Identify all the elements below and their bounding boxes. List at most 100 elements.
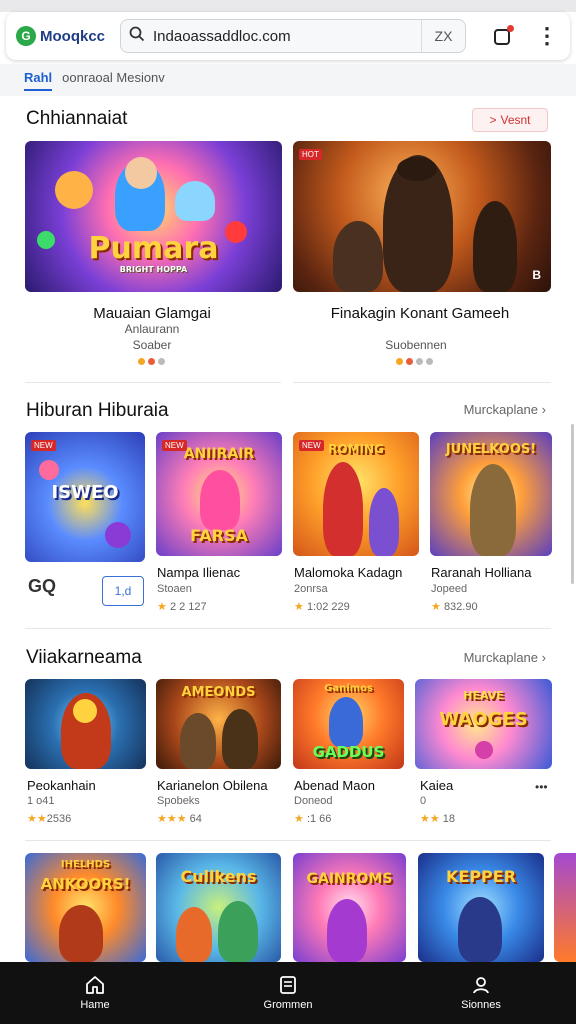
art-top: IHELHDS bbox=[60, 859, 111, 870]
url-action-button[interactable]: ZX bbox=[421, 20, 465, 52]
character bbox=[218, 901, 258, 962]
see-all-link-3[interactable]: Murckaplane › bbox=[464, 650, 546, 665]
game-card-4-2-image[interactable]: Cullkens bbox=[156, 853, 281, 962]
game-rating: ★★ 18 bbox=[420, 812, 455, 825]
game-card-2-1-image[interactable]: NEW ISWEO bbox=[25, 432, 145, 562]
app-icon-right[interactable]: 1,d bbox=[102, 576, 144, 606]
chip-arrow-icon: > bbox=[489, 113, 497, 127]
kebab-menu-icon[interactable]: ⋮ bbox=[536, 25, 558, 47]
game-card-3-2-image[interactable]: AMEONDS bbox=[156, 679, 281, 769]
art-top: Ganimos bbox=[324, 683, 373, 694]
card-tag: NEW bbox=[31, 440, 56, 451]
game-name[interactable]: Karianelon Obilena bbox=[157, 778, 268, 793]
game-name[interactable]: Raranah Holliana bbox=[431, 565, 531, 580]
star-icon: ★★ bbox=[420, 813, 440, 825]
dot bbox=[426, 358, 433, 365]
character-hero bbox=[329, 697, 363, 747]
star-icon: ★★ bbox=[27, 813, 47, 825]
game-meta: Spobeks bbox=[157, 795, 200, 807]
art-title: WAOGES bbox=[439, 709, 528, 730]
more-icon[interactable]: ••• bbox=[535, 780, 548, 794]
rating-value: 18 bbox=[442, 813, 456, 825]
featured-card-2-title[interactable]: Finakagin Konant Gameeh bbox=[290, 305, 550, 322]
dot bbox=[396, 358, 403, 365]
character bbox=[327, 899, 367, 962]
tab-active[interactable]: Rahl bbox=[24, 70, 53, 91]
game-meta: 2onrsa bbox=[294, 583, 328, 595]
notification-dot bbox=[507, 25, 514, 32]
featured-card-1-image[interactable]: Pumara BRIGHT HOPPA bbox=[25, 141, 282, 292]
nav-home[interactable]: Hame bbox=[60, 962, 130, 1024]
nav-label: Grommen bbox=[263, 999, 313, 1011]
featured-card-1-title[interactable]: Mauaian Glamgai bbox=[22, 305, 282, 322]
game-rating: ★ 832.90 bbox=[431, 600, 478, 613]
tabs-icon[interactable] bbox=[492, 25, 514, 47]
art-top: HEAVE bbox=[463, 689, 504, 702]
nav-label: Sionnes bbox=[461, 999, 501, 1011]
art-subtitle: BRIGHT HOPPA bbox=[119, 265, 188, 274]
featured-chip-button[interactable]: > Vesnt bbox=[472, 108, 548, 132]
game-meta: 0 bbox=[420, 795, 427, 807]
nav-library[interactable]: Grommen bbox=[253, 962, 323, 1024]
card-corner-label: B bbox=[532, 268, 541, 282]
game-rating: ★★★ 64 bbox=[157, 812, 202, 825]
game-card-3-3-image[interactable]: Ganimos GADDUS bbox=[293, 679, 404, 769]
chevron-right-icon: › bbox=[541, 402, 546, 417]
carousel-dots-2[interactable] bbox=[396, 358, 433, 365]
character-robot bbox=[175, 181, 215, 221]
game-card-3-1-image[interactable] bbox=[25, 679, 146, 769]
site-logo[interactable]: G Mooqkcc bbox=[16, 26, 120, 46]
logo-mark-icon: G bbox=[16, 26, 36, 46]
game-card-2-2-image[interactable]: NEW ANIIRAIR FARSA bbox=[156, 432, 282, 556]
url-text[interactable]: Indaoassaddloc.com bbox=[153, 28, 421, 45]
art-subtitle: FARSA bbox=[190, 526, 248, 545]
game-name[interactable]: Malomoka Kadagn bbox=[294, 565, 402, 580]
game-name[interactable]: Kaiea bbox=[420, 778, 453, 793]
game-card-3-4-image[interactable]: HEAVE WAOGES bbox=[415, 679, 552, 769]
section-title-games: Viiakarneama bbox=[26, 647, 142, 668]
see-all-link-2[interactable]: Murckaplane › bbox=[464, 402, 546, 417]
game-name[interactable]: Abenad Maon bbox=[294, 778, 375, 793]
game-meta: Doneod bbox=[294, 795, 333, 807]
decor-heart bbox=[475, 741, 493, 759]
divider bbox=[25, 382, 281, 383]
section-title-featured: Chhiannaiat bbox=[26, 108, 128, 129]
game-card-4-1-image[interactable]: IHELHDS ANKOORS! bbox=[25, 853, 146, 962]
dot bbox=[138, 358, 145, 365]
address-bar[interactable]: Indaoassaddloc.com ZX bbox=[120, 19, 466, 53]
rating-value: 1:02 229 bbox=[306, 601, 350, 613]
game-name[interactable]: Nampa Ilienac bbox=[157, 565, 240, 580]
game-card-4-4-image[interactable]: KEPPER bbox=[418, 853, 544, 962]
rating-value: 2536 bbox=[46, 813, 72, 825]
game-rating: ★ :1 66 bbox=[294, 812, 331, 825]
game-card-4-3-image[interactable]: GAINROMS bbox=[293, 853, 406, 962]
bottom-navigation: Hame Grommen Sionnes bbox=[0, 962, 576, 1024]
carousel-dots-1[interactable] bbox=[138, 358, 165, 365]
dot bbox=[158, 358, 165, 365]
card-tag: HOT bbox=[299, 149, 322, 160]
featured-card-1-line1: Anlaurann bbox=[124, 322, 180, 336]
game-name[interactable]: Peokanhain bbox=[27, 778, 96, 793]
art-title: GAINROMS bbox=[306, 871, 393, 887]
art-title: ROMING bbox=[328, 442, 384, 456]
nav-profile[interactable]: Sionnes bbox=[446, 962, 516, 1024]
divider bbox=[25, 628, 551, 629]
scrollbar[interactable] bbox=[571, 424, 574, 584]
featured-card-2-image[interactable]: HOT B bbox=[293, 141, 551, 292]
game-card-4-5-image[interactable] bbox=[554, 853, 576, 962]
game-card-2-4-image[interactable]: JUNELKOOS! bbox=[430, 432, 552, 556]
character-a bbox=[180, 713, 216, 769]
rating-value: 832.90 bbox=[443, 601, 478, 613]
see-all-label: Murckaplane bbox=[463, 402, 539, 417]
tab-inactive[interactable]: oonraoal Mesionv bbox=[62, 70, 165, 91]
decor-blob bbox=[39, 460, 59, 480]
star-icon: ★ bbox=[294, 813, 304, 825]
robot-eye bbox=[73, 699, 97, 723]
game-card-2-3-image[interactable]: NEW ROMING bbox=[293, 432, 419, 556]
character bbox=[176, 907, 212, 962]
section-title-entertainment: Hiburan Hiburaia bbox=[26, 400, 169, 421]
character bbox=[458, 897, 502, 962]
app-icon-left[interactable]: GQ bbox=[28, 576, 74, 606]
character-friend bbox=[369, 488, 399, 556]
featured-card-1-line2: Soaber bbox=[132, 338, 172, 352]
